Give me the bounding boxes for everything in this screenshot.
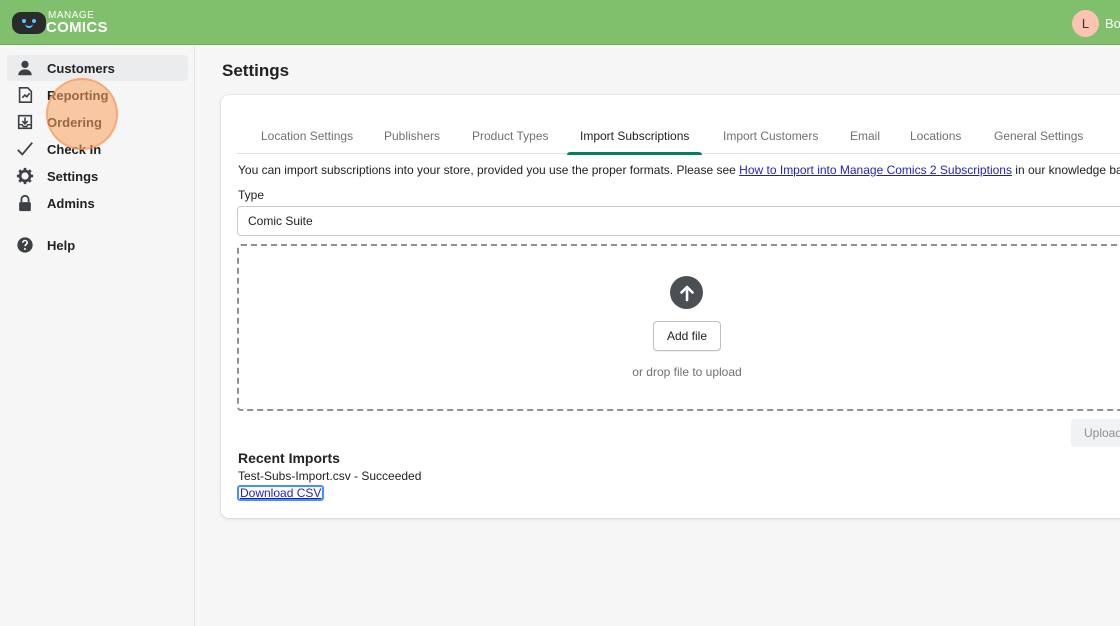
tab-locations[interactable]: Locations (897, 117, 974, 154)
recent-imports-heading: Recent Imports (238, 450, 340, 466)
sidebar-item-label: Admins (47, 195, 95, 211)
type-label: Type (238, 188, 265, 202)
upload-arrow-icon (670, 276, 703, 309)
user-menu[interactable]: L Bo (1072, 9, 1120, 37)
knowledge-base-link[interactable]: How to Import into Manage Comics 2 Subsc… (739, 163, 1012, 177)
import-instructions: You can import subscriptions into your s… (238, 163, 1120, 177)
tab-import-subscriptions[interactable]: Import Subscriptions (567, 117, 703, 155)
question-circle-icon (16, 236, 34, 254)
recent-import-item: Test-Subs-Import.csv - Succeeded (238, 469, 422, 483)
gear-icon (16, 167, 34, 185)
lock-icon (16, 194, 34, 212)
logo-face-icon (12, 12, 46, 34)
download-csv-link[interactable]: Download CSV (237, 485, 325, 501)
report-icon (16, 86, 34, 104)
info-text-prefix: You can import subscriptions into your s… (238, 163, 740, 177)
sidebar-item-admins[interactable]: Admins (7, 190, 188, 216)
sidebar-item-label: Settings (47, 168, 99, 184)
person-icon (16, 59, 34, 77)
page-title: Settings (222, 61, 290, 80)
tab-location-settings[interactable]: Location Settings (248, 117, 366, 154)
info-text-suffix: in our knowledge base (1015, 163, 1120, 177)
sidebar-item-customers[interactable]: Customers (7, 55, 188, 81)
sidebar-item-label: Reporting (47, 87, 109, 103)
sidebar-item-check-in[interactable]: Check In (7, 136, 188, 162)
sidebar-item-reporting[interactable]: Reporting (7, 82, 188, 108)
manage-comics-logo[interactable]: MANAGE COMICS (12, 9, 108, 37)
sidebar-item-label: Ordering (47, 114, 102, 130)
settings-tabs: Location Settings Publishers Product Typ… (237, 117, 1120, 155)
logo-text-comics: COMICS (46, 19, 108, 36)
sidebar-item-label: Help (47, 237, 76, 253)
file-dropzone[interactable]: Add file or drop file to upload (237, 244, 1120, 411)
upload-button[interactable]: Upload (1071, 419, 1120, 447)
download-tray-icon (16, 113, 34, 131)
settings-card: Location Settings Publishers Product Typ… (221, 95, 1120, 518)
user-name: Bo (1105, 15, 1120, 31)
sidebar-item-label: Check In (47, 141, 102, 157)
type-select[interactable]: Comic Suite (237, 206, 1120, 236)
sidebar-item-settings[interactable]: Settings (7, 163, 188, 189)
sidebar-item-ordering[interactable]: Ordering (7, 109, 188, 135)
tab-import-customers[interactable]: Import Customers (710, 117, 831, 154)
type-select-value: Comic Suite (248, 214, 313, 228)
tab-general-settings[interactable]: General Settings (981, 117, 1096, 154)
checkmark-icon (16, 140, 34, 158)
sidebar-item-help[interactable]: Help (7, 232, 188, 258)
sidebar: Customers Reporting Ordering Check In Se… (0, 46, 195, 626)
drop-file-hint: or drop file to upload (632, 365, 742, 379)
top-bar: MANAGE COMICS L Bo (0, 0, 1120, 45)
add-file-button[interactable]: Add file (653, 321, 721, 351)
avatar: L (1072, 9, 1099, 37)
tab-email[interactable]: Email (837, 117, 893, 154)
tab-product-types[interactable]: Product Types (459, 117, 562, 154)
tab-publishers[interactable]: Publishers (371, 117, 453, 154)
sidebar-item-label: Customers (47, 60, 115, 76)
